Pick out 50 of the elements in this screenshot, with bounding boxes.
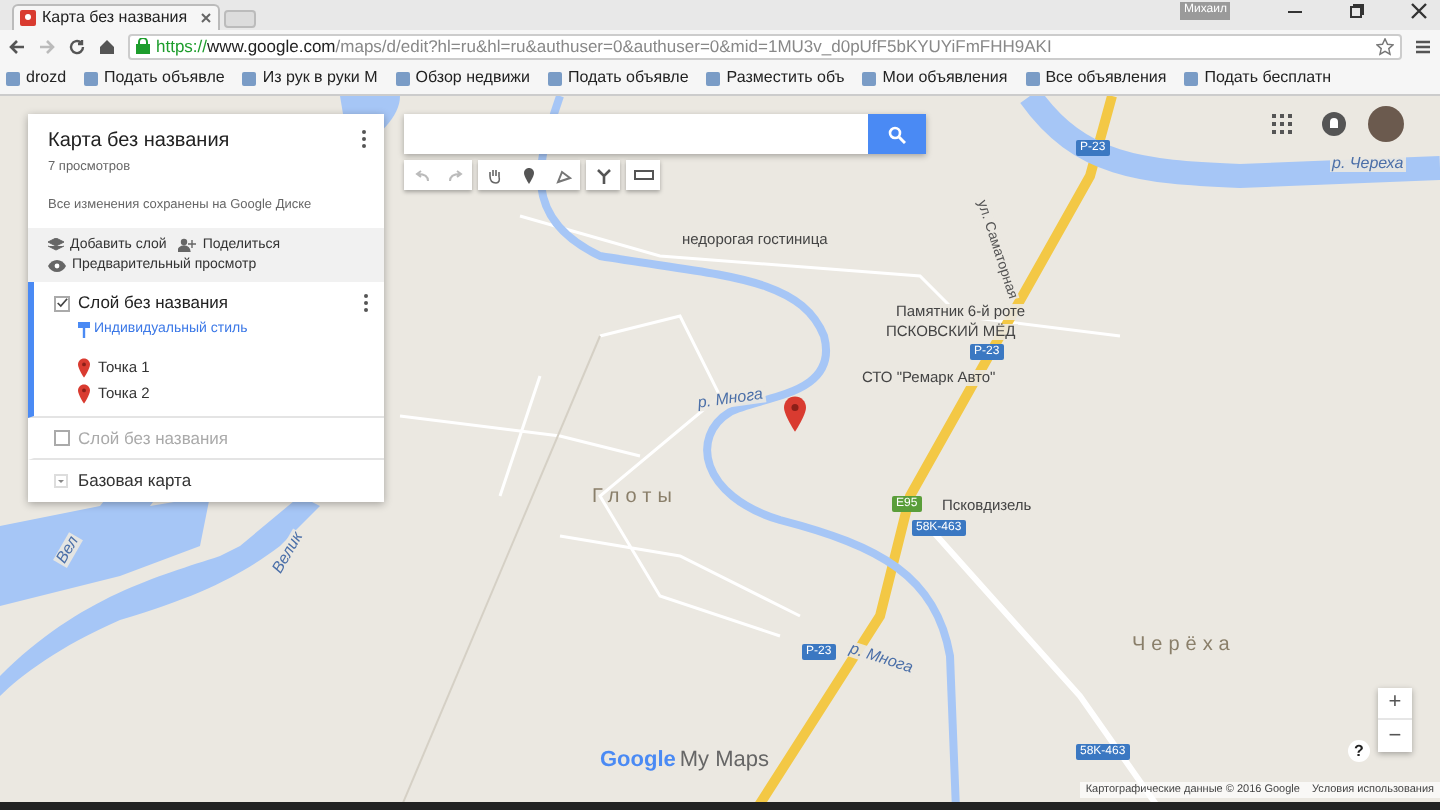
apps-grid-icon[interactable]: [1272, 114, 1292, 134]
address-bar[interactable]: https://www.google.com/maps/d/edit?hl=ru&hl=ru&authuser=0&authuser=0&mid=1MU3v_d0pUfF5bKYUYiFmFHH9AKI: [128, 33, 1402, 59]
river-label: р. Многа: [845, 640, 917, 678]
river-label: р. Череха: [1330, 156, 1406, 172]
help-button[interactable]: ?: [1348, 740, 1370, 762]
url-text: https://www.google.com/maps/d/edit?hl=ru&hl=ru&authuser=0&authuser=0&mid=1MU3v_d0pUfF5bKYUYiFmFHH9AKI: [156, 37, 1052, 55]
bookmark[interactable]: drozd: [6, 70, 67, 86]
back-icon[interactable]: [8, 37, 26, 55]
add-person-icon: [178, 238, 197, 252]
search-icon: [888, 125, 906, 143]
check-icon: [56, 296, 68, 310]
zoom-out-button[interactable]: −: [1378, 720, 1412, 752]
eye-icon: [48, 259, 66, 271]
layers-icon: [48, 238, 64, 252]
zoom-in-button[interactable]: +: [1378, 688, 1412, 720]
town-label: Черёха: [1132, 636, 1236, 656]
map-title[interactable]: Карта без названия: [48, 130, 230, 155]
bookmark-label: drozd: [26, 70, 67, 86]
bookmark-icon: [84, 71, 99, 85]
layer-checkbox[interactable]: [54, 429, 70, 446]
menu-icon[interactable]: [1414, 37, 1432, 55]
star-icon[interactable]: [1376, 37, 1394, 55]
bookmark-icon: [1025, 71, 1040, 85]
ruler-icon[interactable]: [626, 160, 660, 190]
tab-title: Карта без названия: [42, 10, 188, 26]
expand-icon[interactable]: [54, 473, 68, 488]
layer-checkbox[interactable]: [54, 295, 70, 311]
home-icon[interactable]: [98, 37, 116, 55]
logo-text: My Maps: [679, 750, 770, 772]
bookmark-icon: [6, 71, 20, 85]
bookmark-icon: [706, 71, 721, 85]
bookmark-icon: [862, 71, 877, 85]
search-button[interactable]: [868, 114, 926, 154]
avatar[interactable]: [1368, 106, 1404, 142]
bookmark-icon: [242, 71, 257, 85]
base-map-label[interactable]: Базовая карта: [78, 472, 192, 489]
browser-tab[interactable]: Карта без названия: [12, 4, 220, 30]
river-label: р. Многа: [694, 386, 766, 412]
bookmark-icon: [395, 71, 410, 85]
close-icon[interactable]: [1410, 2, 1428, 20]
town-label: Глоты: [592, 488, 678, 508]
close-icon[interactable]: [200, 12, 212, 24]
logo-text: Google: [600, 750, 676, 772]
lock-icon: [136, 38, 150, 54]
search-field[interactable]: [404, 114, 868, 154]
maximize-icon[interactable]: [1348, 2, 1366, 20]
bookmark-icon: [1184, 71, 1199, 85]
bookmark-icon: [547, 71, 562, 85]
layer-name[interactable]: Слой без названия: [78, 294, 229, 312]
reload-icon[interactable]: [68, 37, 86, 55]
